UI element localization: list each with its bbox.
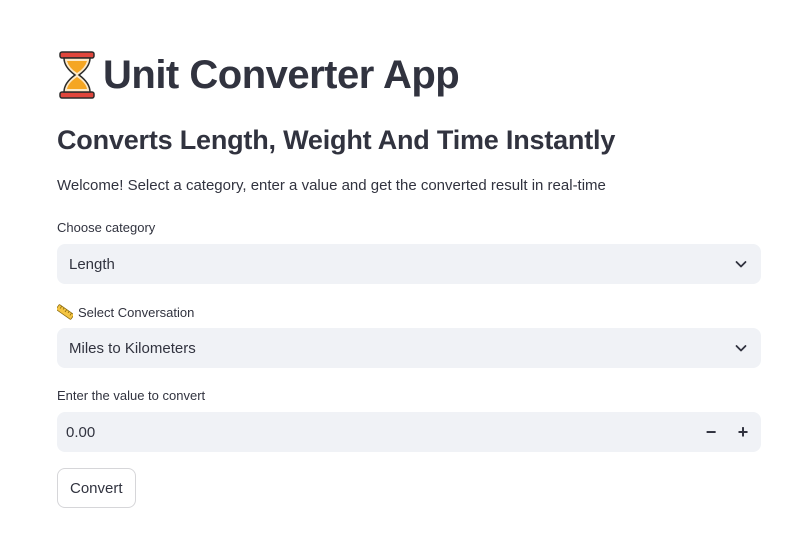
chevron-down-icon	[735, 261, 747, 268]
title-row: Unit Converter App	[57, 50, 460, 100]
category-label-text: Choose category	[57, 220, 156, 235]
value-input[interactable]	[57, 412, 695, 452]
app-page: Unit Converter App Converts Length, Weig…	[0, 0, 804, 533]
page-subtitle: Converts Length, Weight And Time Instant…	[57, 125, 616, 155]
convert-button[interactable]: Convert	[57, 468, 136, 508]
category-selected-value: Length	[69, 255, 115, 273]
ruler-icon	[57, 304, 73, 320]
decrement-button[interactable]: −	[695, 412, 727, 452]
welcome-text: Welcome! Select a category, enter a valu…	[57, 177, 606, 194]
category-label: Choose category	[57, 220, 155, 235]
value-label: Enter the value to convert	[57, 388, 205, 403]
value-number-input: − +	[57, 412, 761, 452]
value-label-text: Enter the value to convert	[57, 388, 206, 403]
conversion-label: Select Conversation	[57, 304, 194, 320]
conversion-select[interactable]: Miles to Kilometers	[57, 328, 761, 368]
hourglass-icon	[59, 51, 95, 99]
category-select[interactable]: Length	[57, 244, 761, 284]
conversion-label-text: Select Conversation	[78, 304, 195, 320]
chevron-down-icon	[735, 345, 747, 352]
conversion-selected-value: Miles to Kilometers	[69, 339, 196, 357]
page-title: Unit Converter App	[103, 52, 460, 97]
increment-button[interactable]: +	[727, 412, 759, 452]
